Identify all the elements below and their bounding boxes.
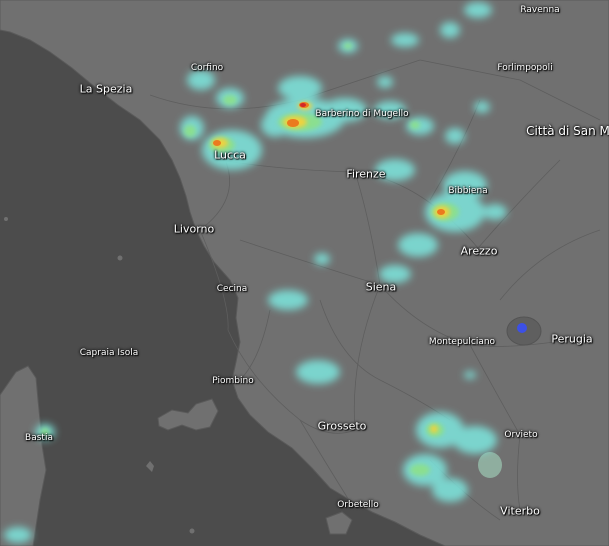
map-canvas [0, 0, 609, 546]
radar-map[interactable]: Ravenna Corfino Forlimpopoli La Spezia B… [0, 0, 609, 546]
location-marker [517, 323, 527, 333]
